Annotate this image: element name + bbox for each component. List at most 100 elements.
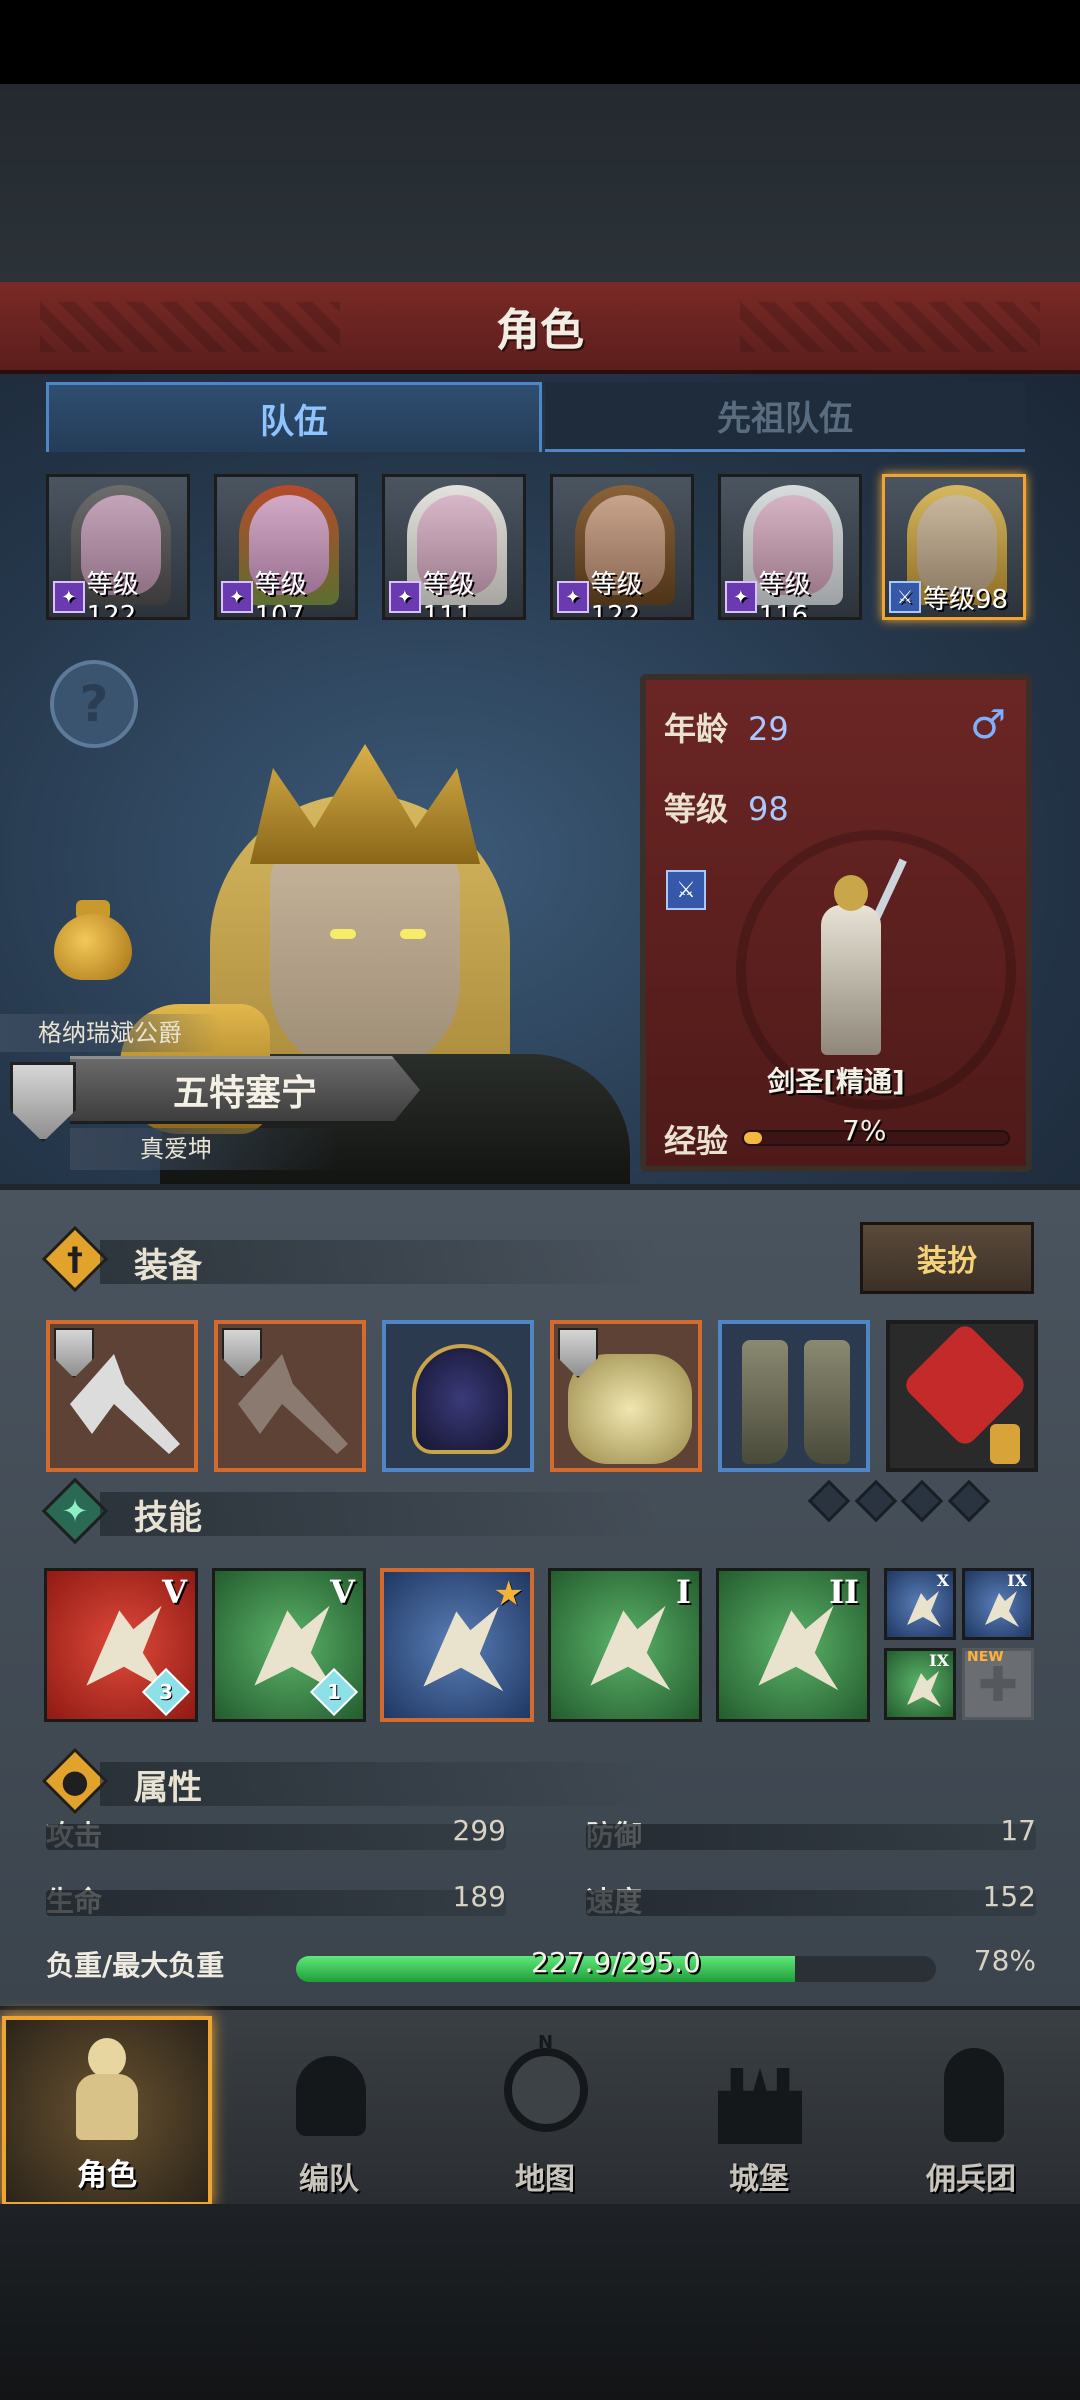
- nav-formation[interactable]: 编队: [224, 2016, 434, 2206]
- tab-ancestor-team[interactable]: 先祖队伍: [545, 382, 1025, 452]
- life-value: 189: [452, 1880, 506, 1913]
- tassel-icon: [990, 1424, 1020, 1464]
- equipment-header: † 装备 装扮: [41, 1222, 1034, 1294]
- skills-label: 技能: [134, 1498, 202, 1538]
- hero-slot-3[interactable]: ✦ 等级111: [382, 474, 526, 620]
- locked-shield-icon: [54, 1328, 94, 1378]
- hero-slot-4[interactable]: ✦ 等级122: [550, 474, 694, 620]
- passive-skill-1[interactable]: X: [884, 1568, 956, 1640]
- skill-slot-4[interactable]: I: [548, 1568, 702, 1722]
- attack-bar: [46, 1824, 506, 1850]
- hero-level: ✦ 等级111: [385, 570, 523, 617]
- hero-slot-6-selected[interactable]: ⚔ 等级98: [882, 474, 1026, 620]
- burst-skill-icon: [590, 1605, 671, 1691]
- hero-level: ⚔ 等级98: [885, 579, 1023, 615]
- nav-mercenary[interactable]: 佣兵团: [866, 2016, 1076, 2206]
- exp-fill: [744, 1132, 763, 1144]
- figure-head: [834, 875, 868, 911]
- defense-value: 17: [1000, 1814, 1036, 1847]
- guard-skill-icon: [758, 1605, 839, 1691]
- dress-up-button[interactable]: 装扮: [860, 1222, 1034, 1294]
- mercenary-fist-icon: [916, 2038, 1026, 2148]
- passive-skill-icon: [907, 1591, 941, 1627]
- nav-label: 地图: [515, 2162, 575, 2197]
- passive-skill-empty[interactable]: ✚ NEW: [962, 1648, 1034, 1720]
- equip-slot-head[interactable]: [382, 1320, 534, 1472]
- strike-skill-icon: [423, 1606, 504, 1692]
- equip-slot-boots[interactable]: [718, 1320, 870, 1472]
- hero-level-text: 等级111: [422, 569, 475, 620]
- hero-level-text: 等级122: [86, 569, 139, 620]
- diamond-icon: [854, 1479, 897, 1523]
- skill-rank: X: [936, 1571, 949, 1590]
- skill-slot-5[interactable]: II: [716, 1568, 870, 1722]
- load-percent: 78%: [973, 1944, 1036, 1977]
- skill-slot-1[interactable]: V 3: [44, 1568, 198, 1722]
- age-row: 年龄 29: [664, 704, 789, 750]
- life-bar: [46, 1890, 506, 1916]
- skills-list: V 3 V 1 ★ I II X IX IX ✚ NEW: [44, 1568, 1034, 1722]
- character-name[interactable]: 五特塞宁: [70, 1056, 420, 1124]
- passive-skill-2[interactable]: IX: [962, 1568, 1034, 1640]
- speed-stat: 速度 152: [586, 1880, 1036, 1920]
- team-panel: 队伍 先祖队伍 ✦ 等级122 ✦ 等级107 ✦ 等级111 ✦ 等级122 ✦ 等级1…: [0, 374, 1080, 1184]
- life-stat: 生命 189: [46, 1880, 506, 1920]
- hero-roster: ✦ 等级122 ✦ 等级107 ✦ 等级111 ✦ 等级122 ✦ 等级116 ⚔ 等级98: [46, 474, 1036, 620]
- locked-shield-icon: [222, 1328, 262, 1378]
- nav-character[interactable]: 角色: [2, 2016, 212, 2206]
- class-name[interactable]: 剑圣[精通]: [646, 1060, 1026, 1100]
- equip-slot-offhand[interactable]: [214, 1320, 366, 1472]
- nav-map[interactable]: N 地图: [440, 2016, 650, 2206]
- equip-slot-armor[interactable]: [550, 1320, 702, 1472]
- skill-rank: IX: [1007, 1571, 1027, 1590]
- hero-slot-5[interactable]: ✦ 等级116: [718, 474, 862, 620]
- equipment-label: 装备: [134, 1246, 202, 1286]
- attributes-label: 属性: [134, 1768, 202, 1808]
- character-name-plate: 格纳瑞斌公爵 五特塞宁 真爱坤: [0, 1014, 440, 1184]
- load-value: 227.9/295.0: [531, 1946, 701, 1979]
- attack-stat: 攻击 299: [46, 1814, 506, 1854]
- skill-slot-3[interactable]: ★: [380, 1568, 534, 1722]
- hero-slot-2[interactable]: ✦ 等级107: [214, 474, 358, 620]
- skill-slot-2[interactable]: V 1: [212, 1568, 366, 1722]
- skill-shard-count: 3: [159, 1680, 173, 1704]
- gold-pot-icon[interactable]: [48, 894, 138, 982]
- bottom-navigation: 角色 编队 N 地图 城堡 佣兵团: [0, 2006, 1080, 2206]
- star-burst-icon: ✦: [61, 1492, 89, 1530]
- passive-skill-3[interactable]: IX: [884, 1648, 956, 1720]
- hero-slot-1[interactable]: ✦ 等级122: [46, 474, 190, 620]
- person-icon: ●: [61, 1762, 89, 1800]
- diamond-icon: [947, 1479, 991, 1523]
- nav-castle[interactable]: 城堡: [654, 2016, 864, 2206]
- portrait-eye: [400, 929, 426, 939]
- level-value: 98: [748, 790, 789, 828]
- hero-level: ✦ 等级122: [553, 570, 691, 617]
- attack-value: 299: [452, 1814, 506, 1847]
- portrait-crown: [250, 744, 480, 864]
- knight-icon: [52, 2034, 162, 2144]
- tab-team[interactable]: 队伍: [46, 382, 542, 452]
- boot-icon: [742, 1340, 788, 1464]
- question-icon: ?: [79, 675, 109, 733]
- age-label: 年龄: [664, 710, 729, 748]
- nav-label: 编队: [299, 2162, 359, 2197]
- top-background: [0, 84, 1080, 284]
- exp-percent: 7%: [842, 1114, 887, 1147]
- load-label: 负重/最大负重: [46, 1949, 225, 1982]
- character-title: 格纳瑞斌公爵: [0, 1014, 220, 1052]
- diamond-icon: [807, 1479, 851, 1523]
- new-badge: NEW: [967, 1649, 1004, 1665]
- sword-class-icon: ⚔: [666, 870, 706, 910]
- level-row: 等级 98: [664, 784, 789, 830]
- compass-icon: N: [490, 2032, 600, 2148]
- halberd-icon: [70, 1354, 180, 1454]
- equip-slot-accessory[interactable]: [886, 1320, 1038, 1472]
- plus-icon: ✚: [977, 1657, 1019, 1713]
- equip-slot-weapon[interactable]: [46, 1320, 198, 1472]
- boot-icon: [804, 1340, 850, 1464]
- skills-header: ✦ 技能: [41, 1477, 1034, 1545]
- staff-icon: ✦: [389, 581, 421, 613]
- staff-icon: ✦: [725, 581, 757, 613]
- castle-icon: [704, 2038, 814, 2148]
- help-button[interactable]: ?: [50, 660, 138, 748]
